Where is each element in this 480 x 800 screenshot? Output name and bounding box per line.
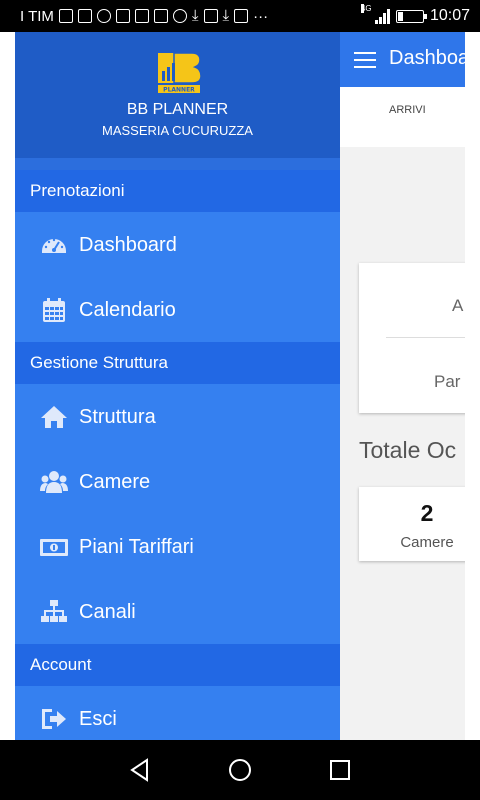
whatsapp-notification-icon: [96, 9, 111, 23]
tab-arrivi[interactable]: ARRIVI: [389, 104, 426, 116]
drawer-item-canali[interactable]: Canali: [15, 580, 340, 644]
rooms-card: 2 Camere: [359, 487, 465, 561]
drawer-item-dashboard[interactable]: Dashboard: [15, 213, 340, 277]
carrier-label: I TIM: [20, 7, 54, 25]
page-edge: [465, 32, 480, 740]
clock: 10:07: [429, 7, 470, 24]
sign-out-icon: [39, 704, 69, 734]
battery-icon: [395, 9, 427, 23]
drawer-item-label: Dashboard: [79, 233, 177, 256]
bb-planner-logo: PLANNER: [158, 52, 202, 94]
section-prenotazioni: Prenotazioni: [15, 170, 340, 212]
money-icon: [39, 532, 69, 562]
divider: [386, 337, 465, 338]
keyboard-notification-icon: [234, 9, 249, 23]
rooms-label: Camere: [400, 534, 454, 551]
menu-icon[interactable]: [354, 52, 376, 68]
summary-line-2: Par: [434, 372, 461, 391]
drawer-item-label: Calendario: [79, 298, 176, 321]
status-left: I TIM ⤓ ⤓ ···: [20, 6, 268, 26]
property-name: MASSERIA CUCURUZZA: [102, 123, 253, 138]
header-divider: [15, 158, 340, 170]
instagram-notification-icon: [203, 9, 218, 23]
drawer-item-label: Struttura: [79, 405, 156, 428]
summary-line-1: A: [452, 296, 464, 315]
drawer-item-camere[interactable]: Camere: [15, 450, 340, 514]
drawer-item-calendario[interactable]: Calendario: [15, 278, 340, 342]
drawer-item-struttura[interactable]: Struttura: [15, 385, 340, 449]
navigation-drawer: PLANNER BB PLANNER MASSERIA CUCURUZZA Pr…: [15, 32, 340, 740]
dashboard-page: Dashboard ARRIVI A Par Totale Oc 2 Camer…: [340, 32, 465, 740]
drawer-item-label: Piani Tariffari: [79, 535, 194, 558]
network-type-label: 4G: [360, 4, 372, 13]
download-notification-icon: ⤓: [222, 7, 230, 24]
dashboard-icon: [39, 230, 69, 260]
back-icon[interactable]: [127, 757, 153, 783]
section-gestione-struttura: Gestione Struttura: [15, 342, 340, 384]
status-right: 4G 10:07: [360, 4, 470, 27]
mail-notification-icon: [134, 9, 149, 23]
calendar-icon: [39, 295, 69, 325]
drawer-header: PLANNER BB PLANNER MASSERIA CUCURUZZA: [15, 32, 340, 158]
pinterest-notification-icon: [172, 9, 187, 23]
users-icon: [39, 467, 69, 497]
app-name: BB PLANNER: [126, 101, 229, 118]
summary-card: A Par: [359, 263, 465, 413]
logo-text: PLANNER: [163, 87, 195, 94]
sitemap-icon: [39, 597, 69, 627]
more-notifications-icon: ···: [253, 7, 269, 25]
tab-bar: ARRIVI: [340, 87, 465, 147]
drawer-item-label: Camere: [79, 470, 151, 493]
page-title: Dashboard: [389, 47, 465, 69]
drawer-item-piani-tariffari[interactable]: Piani Tariffari: [15, 515, 340, 579]
rooms-count: 2: [420, 500, 434, 526]
facebook-notification-icon: [58, 9, 73, 23]
section-account: Account: [15, 644, 340, 686]
drawer-item-label: Canali: [79, 600, 136, 623]
recents-icon[interactable]: [327, 757, 353, 783]
app-bar: Dashboard: [340, 32, 465, 87]
home-button-icon[interactable]: [227, 757, 253, 783]
home-icon: [39, 402, 69, 432]
drawer-item-esci[interactable]: Esci: [15, 687, 340, 740]
occupancy-heading: Totale Oc: [359, 437, 457, 463]
gallery-notification-icon: [115, 9, 130, 23]
system-nav-bar: [0, 740, 480, 800]
signal-icon: 4G: [360, 4, 390, 24]
status-bar: I TIM ⤓ ⤓ ··· 4G 10:07: [0, 0, 480, 32]
instagram-notification-icon: [153, 9, 168, 23]
facebook-notification-icon: [77, 9, 92, 23]
download-notification-icon: ⤓: [191, 7, 199, 24]
drawer-item-label: Esci: [79, 707, 117, 730]
